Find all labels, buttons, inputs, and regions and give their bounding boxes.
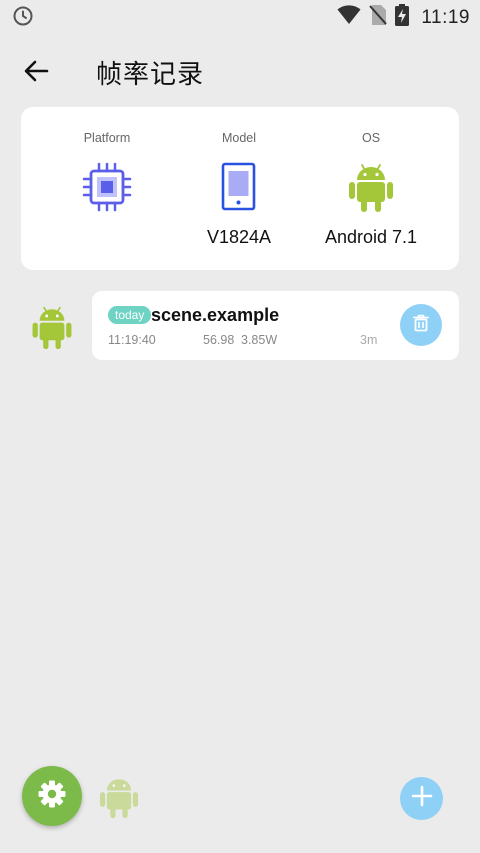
os-label: OS <box>361 131 381 145</box>
plus-icon <box>411 785 433 812</box>
record-fps: 56.98 <box>203 333 235 347</box>
device-info-card: Platform Model V1824A OS Android 7.1 <box>21 107 459 270</box>
gear-icon <box>37 779 67 814</box>
phone-icon <box>213 161 265 218</box>
android-icon <box>31 304 73 355</box>
today-badge: today <box>108 306 152 324</box>
app-bar: 帧率记录 <box>0 46 480 94</box>
clock-icon <box>12 5 34 32</box>
record-list-item[interactable]: today scene.example 11:19:40 56.98 3.85W… <box>92 291 459 360</box>
os-section: OS Android 7.1 <box>298 107 444 270</box>
trash-icon <box>411 313 431 338</box>
platform-label: Platform <box>83 131 131 145</box>
cpu-chip-icon <box>81 161 133 218</box>
model-value: V1824A <box>206 227 272 247</box>
model-label: Model <box>221 131 257 145</box>
status-bar: 11:19 <box>0 0 480 34</box>
status-time: 11:19 <box>421 6 470 28</box>
android-icon <box>99 774 139 824</box>
arrow-back-icon <box>20 60 54 92</box>
no-sim-icon <box>369 4 388 31</box>
back-button[interactable] <box>20 54 54 88</box>
delete-button[interactable] <box>400 304 442 346</box>
record-title: scene.example <box>151 305 280 325</box>
wifi-icon <box>337 5 361 30</box>
page-title: 帧率记录 <box>96 60 205 90</box>
platform-section: Platform <box>34 107 180 270</box>
settings-button[interactable] <box>22 766 82 826</box>
record-duration: 3m <box>360 333 378 347</box>
model-section: Model V1824A <box>166 107 312 270</box>
android-icon <box>348 161 394 218</box>
add-button[interactable] <box>400 777 443 820</box>
record-power: 3.85W <box>241 333 278 347</box>
battery-charging-icon <box>395 4 410 31</box>
record-time: 11:19:40 <box>108 333 156 347</box>
os-value: Android 7.1 <box>324 227 418 247</box>
